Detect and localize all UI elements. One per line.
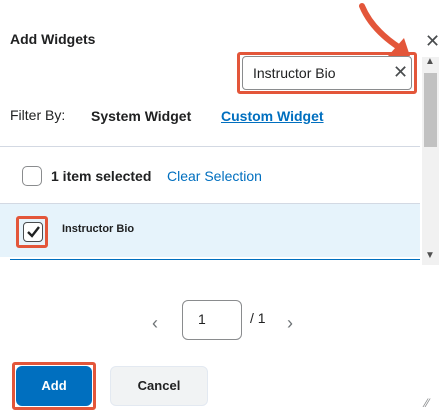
resize-handle-icon[interactable]: ⁄⁄: [425, 396, 429, 410]
add-button[interactable]: Add: [16, 366, 92, 406]
page-number-value: 1: [198, 311, 206, 327]
clear-search-icon[interactable]: ✕: [393, 62, 408, 82]
scroll-down-icon[interactable]: ▼: [425, 250, 435, 261]
scrollbar-thumb[interactable]: [424, 73, 437, 147]
clear-selection-link[interactable]: Clear Selection: [167, 168, 262, 184]
item-checkbox[interactable]: [23, 222, 43, 242]
filter-label: Filter By:: [10, 107, 66, 123]
divider: [0, 146, 420, 147]
filter-option-custom-widget[interactable]: Custom Widget: [221, 108, 324, 124]
divider: [10, 259, 420, 260]
scroll-up-icon[interactable]: ▲: [425, 56, 435, 67]
page-number-input[interactable]: 1: [182, 300, 242, 340]
chevron-right-icon[interactable]: ›: [287, 313, 293, 334]
dialog-title: Add Widgets: [10, 31, 96, 47]
chevron-left-icon[interactable]: ‹: [152, 313, 158, 334]
select-all-checkbox[interactable]: [22, 166, 42, 186]
list-item-label: Instructor Bio: [62, 223, 135, 235]
filter-option-system-widget[interactable]: System Widget: [91, 108, 191, 124]
search-input-value: Instructor Bio: [253, 65, 336, 81]
selection-status: 1 item selected: [51, 168, 152, 184]
checkmark-icon: [27, 226, 40, 238]
page-total: / 1: [250, 310, 266, 326]
annotation-arrow-icon: [359, 3, 410, 56]
cancel-button[interactable]: Cancel: [110, 366, 208, 406]
